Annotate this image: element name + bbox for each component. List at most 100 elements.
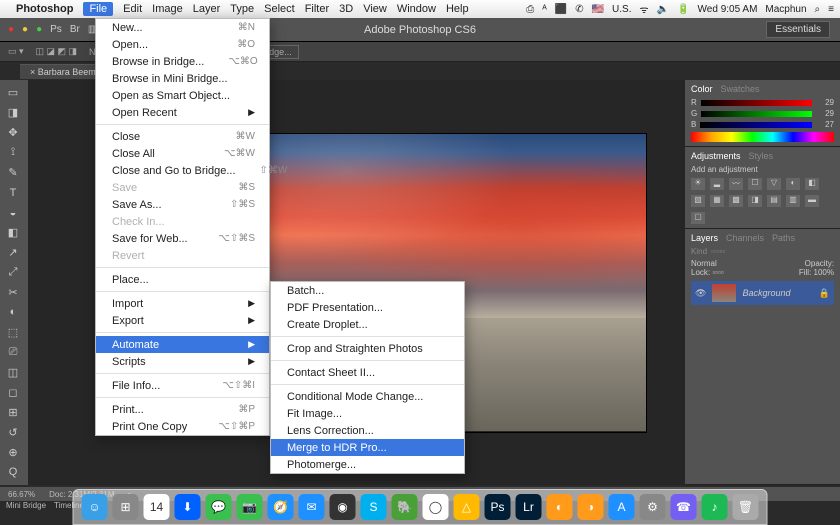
dock-skype[interactable]: S: [361, 494, 387, 520]
zoom-level[interactable]: 66.67%: [8, 490, 35, 499]
menu-select[interactable]: Select: [264, 3, 295, 15]
adj-exposure-icon[interactable]: ☐: [748, 178, 762, 190]
dock-finder[interactable]: ☺: [82, 494, 108, 520]
tool-7[interactable]: ◧: [2, 224, 24, 242]
dock-spotify[interactable]: ♪: [702, 494, 728, 520]
adj-invert-icon[interactable]: ◨: [748, 195, 762, 207]
app-name[interactable]: Photoshop: [16, 3, 73, 15]
tab-styles[interactable]: Styles: [749, 151, 774, 161]
tab-color[interactable]: Color: [691, 84, 713, 94]
tool-1[interactable]: ◨: [2, 104, 24, 122]
menu-3d[interactable]: 3D: [339, 3, 353, 15]
file-item-1[interactable]: Open...⌘O: [96, 36, 269, 53]
tool-5[interactable]: T: [2, 184, 24, 202]
adj-poster-icon[interactable]: ▤: [767, 195, 781, 207]
dock-aurora[interactable]: ◐: [547, 494, 573, 520]
menu-layer[interactable]: Layer: [193, 3, 221, 15]
tab-swatches[interactable]: Swatches: [721, 84, 760, 94]
automate-item-12[interactable]: Photomerge...: [271, 456, 464, 473]
dock-gdrive[interactable]: △: [454, 494, 480, 520]
dock-photoshop[interactable]: Ps: [485, 494, 511, 520]
file-item-27[interactable]: Print One Copy⌥⇧⌘P: [96, 418, 269, 435]
adj-gradmap-icon[interactable]: ▬: [805, 195, 819, 207]
menu-view[interactable]: View: [363, 3, 387, 15]
tool-9[interactable]: ⤢: [2, 264, 24, 282]
layer-blend-mode[interactable]: Normal: [691, 259, 717, 268]
menu-type[interactable]: Type: [230, 3, 254, 15]
tool-18[interactable]: ⊕: [2, 443, 24, 461]
tool-13[interactable]: ⎚: [2, 343, 24, 361]
file-item-0[interactable]: New...⌘N: [96, 19, 269, 36]
automate-item-9[interactable]: Fit Image...: [271, 405, 464, 422]
file-item-11[interactable]: Save As...⇧⌘S: [96, 196, 269, 213]
g-slider[interactable]: [701, 111, 812, 117]
tool-3[interactable]: ⟟: [2, 144, 24, 162]
tool-19[interactable]: Q: [2, 463, 24, 481]
adj-brightness-icon[interactable]: ☀: [691, 178, 705, 190]
dock-launchpad[interactable]: ⊞: [113, 494, 139, 520]
spotlight-icon[interactable]: ⌕: [815, 4, 821, 15]
dock-appstore[interactable]: A: [609, 494, 635, 520]
tab-mini-bridge[interactable]: Mini Bridge: [6, 501, 46, 515]
menu-filter[interactable]: Filter: [305, 3, 329, 15]
file-item-5[interactable]: Open Recent▶: [96, 104, 269, 121]
dock-calendar[interactable]: 14: [144, 494, 170, 520]
adj-channel-icon[interactable]: ▦: [710, 195, 724, 207]
menu-help[interactable]: Help: [446, 3, 469, 15]
automate-item-4[interactable]: Crop and Straighten Photos: [271, 340, 464, 357]
automate-item-8[interactable]: Conditional Mode Change...: [271, 388, 464, 405]
marquee-tool-icon[interactable]: ▭ ▾: [8, 46, 24, 57]
file-item-19[interactable]: Export▶: [96, 312, 269, 329]
notification-icon[interactable]: ≡: [828, 4, 834, 15]
b-slider[interactable]: [700, 122, 812, 128]
file-item-4[interactable]: Open as Smart Object...: [96, 87, 269, 104]
adj-curves-icon[interactable]: 〰: [729, 178, 743, 190]
tool-14[interactable]: ◫: [2, 363, 24, 381]
dock-messages[interactable]: 💬: [206, 494, 232, 520]
dock-mail[interactable]: ✉: [299, 494, 325, 520]
layer-background[interactable]: 👁 Background 🔒: [691, 281, 834, 305]
file-item-26[interactable]: Print...⌘P: [96, 401, 269, 418]
tool-0[interactable]: ▭: [2, 84, 24, 102]
tab-paths[interactable]: Paths: [772, 233, 795, 243]
dock-safari[interactable]: 🧭: [268, 494, 294, 520]
tool-6[interactable]: ◒: [2, 204, 24, 222]
bridge-icon[interactable]: Br: [70, 24, 80, 35]
file-item-16[interactable]: Place...: [96, 271, 269, 288]
file-item-8[interactable]: Close All⌥⌘W: [96, 145, 269, 162]
file-item-2[interactable]: Browse in Bridge...⌥⌘O: [96, 53, 269, 70]
tool-12[interactable]: ⬚: [2, 323, 24, 341]
file-item-7[interactable]: Close⌘W: [96, 128, 269, 145]
dock-filters[interactable]: ◑: [578, 494, 604, 520]
dock-viber[interactable]: ☎: [671, 494, 697, 520]
adj-levels-icon[interactable]: ▂: [710, 178, 724, 190]
menu-image[interactable]: Image: [152, 3, 183, 15]
hue-strip[interactable]: [691, 132, 834, 142]
tool-15[interactable]: ◻: [2, 383, 24, 401]
tool-2[interactable]: ✥: [2, 124, 24, 142]
menu-window[interactable]: Window: [397, 3, 436, 15]
file-item-22[interactable]: Scripts▶: [96, 353, 269, 370]
file-item-9[interactable]: Close and Go to Bridge...⇧⌘W: [96, 162, 269, 179]
tool-4[interactable]: ✎: [2, 164, 24, 182]
adj-bw-icon[interactable]: ◧: [805, 178, 819, 190]
automate-item-10[interactable]: Lens Correction...: [271, 422, 464, 439]
tab-layers[interactable]: Layers: [691, 233, 718, 243]
dock-sysprefs[interactable]: ⚙: [640, 494, 666, 520]
dock-chrome[interactable]: ◯: [423, 494, 449, 520]
dock-dropbox[interactable]: ⬇: [175, 494, 201, 520]
tab-channels[interactable]: Channels: [726, 233, 764, 243]
file-item-18[interactable]: Import▶: [96, 295, 269, 312]
file-item-24[interactable]: File Info...⌥⇧⌘I: [96, 377, 269, 394]
automate-item-11[interactable]: Merge to HDR Pro...: [271, 439, 464, 456]
automate-item-1[interactable]: PDF Presentation...: [271, 299, 464, 316]
tool-10[interactable]: ✂: [2, 284, 24, 302]
file-item-13[interactable]: Save for Web...⌥⇧⌘S: [96, 230, 269, 247]
adj-sel-icon[interactable]: ▢: [691, 212, 705, 224]
file-item-21[interactable]: Automate▶: [96, 336, 269, 353]
automate-item-6[interactable]: Contact Sheet II...: [271, 364, 464, 381]
user-name[interactable]: Macphun: [765, 4, 806, 15]
tab-adjustments[interactable]: Adjustments: [691, 151, 741, 161]
dock-facetime[interactable]: 📷: [237, 494, 263, 520]
tool-16[interactable]: ⊞: [2, 403, 24, 421]
